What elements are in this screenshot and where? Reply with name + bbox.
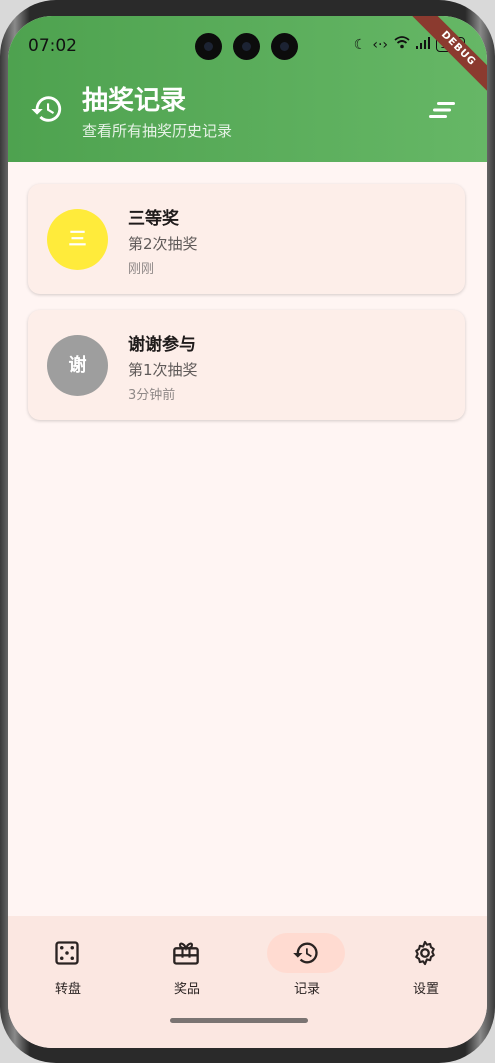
nav-item-settings[interactable]: 设置 bbox=[371, 916, 481, 1016]
status-time: 07:02 bbox=[28, 36, 77, 56]
dice-icon bbox=[55, 941, 79, 965]
record-card[interactable]: 谢 谢谢参与 第1次抽奖 3分钟前 bbox=[28, 310, 465, 420]
page-subtitle: 查看所有抽奖历史记录 bbox=[82, 122, 233, 140]
app-bar: 07:02 ☾ ‹·› 100 DEBUG bbox=[8, 16, 487, 162]
record-prize: 三等奖 bbox=[128, 209, 179, 229]
prize-avatar: 谢 bbox=[47, 335, 108, 396]
nav-item-records[interactable]: 记录 bbox=[252, 916, 362, 1016]
record-prize: 谢谢参与 bbox=[128, 335, 196, 355]
camera-lens-icon bbox=[271, 33, 298, 60]
wifi-icon bbox=[394, 36, 410, 53]
signal-icon bbox=[416, 36, 430, 53]
gift-icon bbox=[173, 942, 199, 965]
record-time: 刚刚 bbox=[128, 262, 155, 277]
bottom-navigation: 转盘 奖品 记录 设置 bbox=[8, 916, 487, 1048]
record-time: 3分钟前 bbox=[128, 388, 176, 403]
camera-lens-icon bbox=[233, 33, 260, 60]
app-screen: 07:02 ☾ ‹·› 100 DEBUG bbox=[8, 16, 487, 1048]
prize-avatar: 三 bbox=[47, 209, 108, 270]
nav-item-wheel[interactable]: 转盘 bbox=[13, 916, 123, 1016]
nav-item-prizes[interactable]: 奖品 bbox=[132, 916, 242, 1016]
record-draw: 第2次抽奖 bbox=[128, 235, 198, 253]
camera-lens-icon bbox=[195, 33, 222, 60]
history-icon bbox=[293, 942, 318, 964]
data-transfer-icon: ‹·› bbox=[372, 36, 388, 53]
moon-icon: ☾ bbox=[353, 36, 367, 53]
nav-label: 设置 bbox=[412, 982, 439, 997]
status-bar: 07:02 ☾ ‹·› 100 bbox=[8, 16, 487, 60]
record-draw: 第1次抽奖 bbox=[128, 361, 198, 379]
page-title: 抽奖记录 bbox=[82, 86, 187, 116]
nav-label: 记录 bbox=[293, 982, 320, 997]
home-indicator[interactable] bbox=[170, 1018, 308, 1023]
record-card[interactable]: 三 三等奖 第2次抽奖 刚刚 bbox=[28, 184, 465, 294]
gear-icon bbox=[415, 940, 435, 966]
nav-label: 奖品 bbox=[173, 982, 200, 997]
nav-label: 转盘 bbox=[54, 982, 81, 997]
phone-frame: 07:02 ☾ ‹·› 100 DEBUG bbox=[0, 0, 495, 1063]
history-icon bbox=[31, 96, 62, 122]
sort-icon[interactable] bbox=[429, 100, 457, 120]
